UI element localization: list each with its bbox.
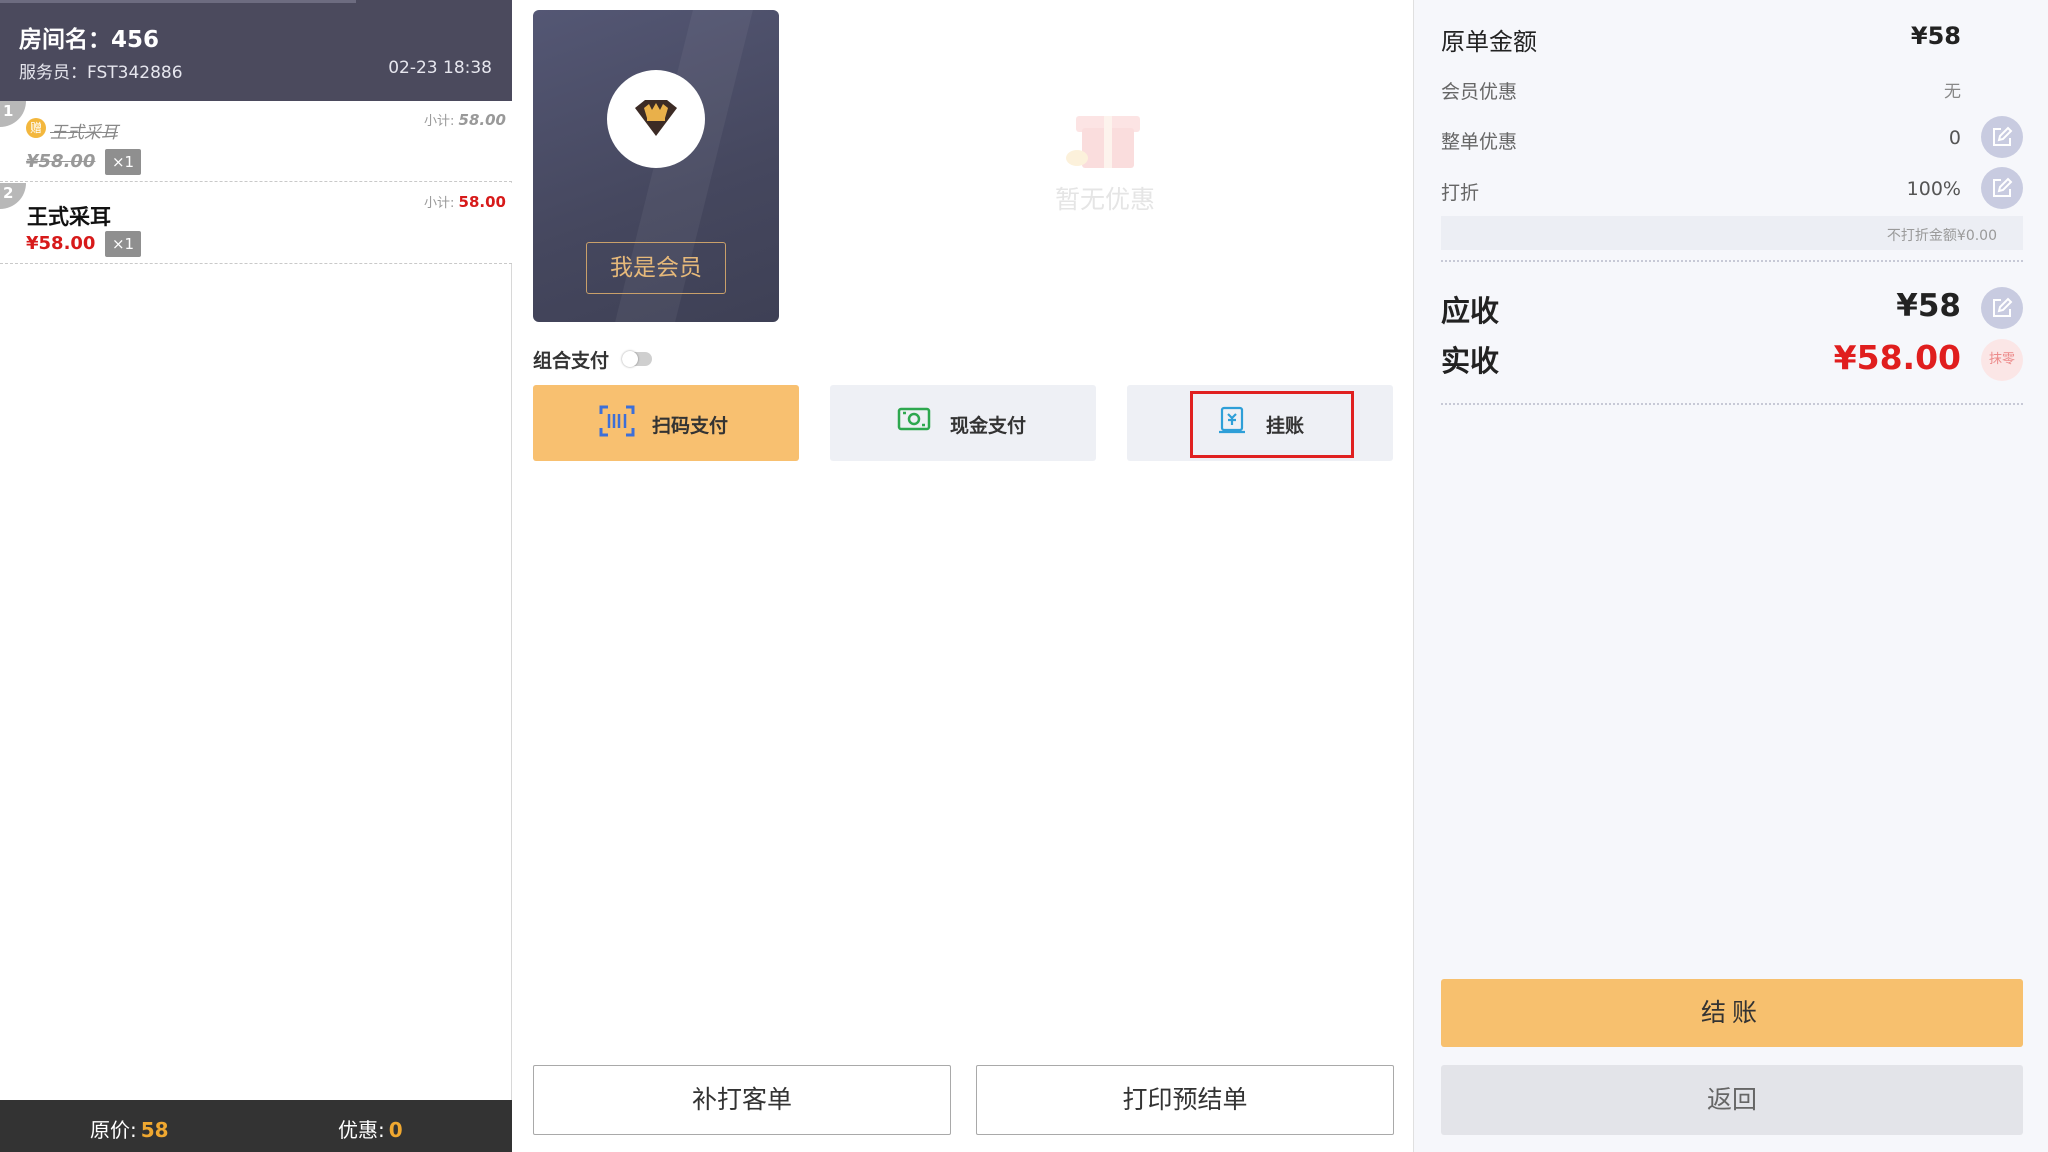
item-qty: ×1 [105,231,141,257]
divider [1441,260,2023,262]
item-name: 王式采耳 [27,205,111,229]
pay-cash-button[interactable]: 现金支付 [830,385,1096,461]
item-price: ¥58.00 [26,233,96,254]
order-datetime: 02-23 18:38 [388,58,492,78]
member-card: 我是会员 [533,10,779,322]
no-promotion-text: 暂无优惠 [1054,185,1155,214]
selection-highlight [1190,391,1354,458]
item-price: ¥58.00 [26,151,96,172]
order-item[interactable]: 1 赠 王式采耳 ¥58.00 ×1 小计: 58.00 [0,101,512,182]
waiter-label: 服务员：FST342886 [19,63,183,83]
no-discount-amount: 不打折金额¥0.00 [1886,228,1997,244]
no-discount-amount-bar: 不打折金额¥0.00 [1441,216,2023,250]
reprint-receipt-button[interactable]: 补打客单 [533,1065,951,1135]
combo-pay-label: 组合支付 [533,350,610,372]
pay-method-label: 扫码支付 [652,415,729,437]
crown-diamond-icon [607,70,705,168]
no-promotion-placeholder: 暂无优惠 [1040,100,1170,216]
room-name: 房间名：456 [19,27,160,53]
edit-whole-discount-button[interactable] [1981,116,2023,158]
edit-icon [1993,297,2013,317]
item-subtotal: 小计: 58.00 [424,111,506,129]
pay-method-label: 现金支付 [950,415,1027,437]
discount-amount: 优惠: 0 [338,1118,403,1142]
round-off-button[interactable]: 抹零 [1981,339,2023,381]
room-header: 房间名：456 服务员：FST342886 02-23 18:38 [0,0,512,101]
whole-discount-value: 0 [1948,127,1961,149]
item-subtotal: 小计: 58.00 [424,193,506,211]
discount-rate-value: 100% [1906,178,1961,200]
edit-discount-rate-button[interactable] [1981,167,2023,209]
combo-pay-toggle[interactable] [622,351,652,367]
divider [1441,403,2023,405]
price-summary-footer: 原价: 58 优惠: 0 [0,1100,512,1152]
order-item[interactable]: 2 王式采耳 ¥58.00 ×1 小计: 58.00 [0,183,512,264]
cash-icon [897,405,931,438]
header-tab-indicator [0,0,356,3]
item-qty: ×1 [105,149,141,175]
settlement-panel: 原单金额 ¥58 会员优惠 无 整单优惠 0 打折 100% 不打折金额¥0.0… [1413,0,2048,1152]
edit-receivable-button[interactable] [1981,287,2023,329]
checkout-button[interactable]: 结账 [1441,979,2023,1047]
scan-code-icon [599,405,635,442]
gift-box-icon [1060,100,1150,172]
receivable-value: ¥58 [1896,288,1961,324]
original-amount-value: ¥58 [1910,22,1961,50]
original-price: 原价: 58 [90,1118,169,1142]
gift-coin-icon: 赠 [26,118,46,138]
member-discount-value: 无 [1944,82,1961,102]
back-button[interactable]: 返回 [1441,1065,2023,1135]
edit-icon [1993,126,2013,146]
order-panel: 房间名：456 服务员：FST342886 02-23 18:38 1 赠 王式… [0,0,512,1152]
edit-icon [1993,177,2013,197]
received-value: ¥58.00 [1833,338,1961,377]
pay-scan-button[interactable]: 扫码支付 [533,385,799,461]
print-pre-settlement-button[interactable]: 打印预结单 [976,1065,1394,1135]
i-am-member-button[interactable]: 我是会员 [586,242,726,294]
item-name: 王式采耳 [50,123,118,143]
